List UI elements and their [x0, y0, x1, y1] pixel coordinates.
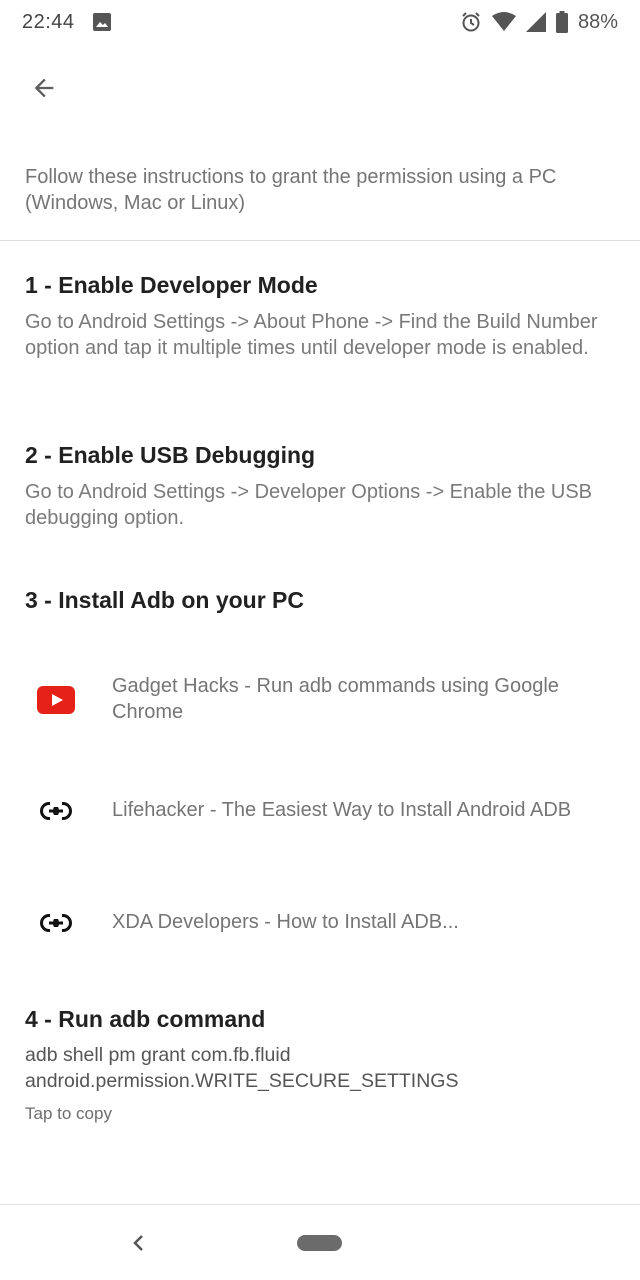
signal-icon: [525, 12, 546, 32]
link-lifehacker[interactable]: Lifehacker - The Easiest Way to Install …: [0, 798, 640, 824]
chevron-left-icon: [131, 1233, 145, 1253]
tap-to-copy-hint: Tap to copy: [25, 1104, 112, 1123]
battery-level: 88%: [577, 10, 618, 33]
adb-command[interactable]: adb shell pm grant com.fb.fluid android.…: [25, 1043, 615, 1094]
link-label: XDA Developers - How to Install ADB...: [112, 911, 459, 933]
nav-home-pill[interactable]: [297, 1235, 342, 1251]
wifi-icon: [491, 12, 516, 32]
alarm-icon: [460, 11, 482, 33]
link-xda-developers[interactable]: XDA Developers - How to Install ADB...: [0, 910, 640, 936]
divider: [0, 240, 640, 241]
adb-command-line-2: android.permission.WRITE_SECURE_SETTINGS: [25, 1069, 459, 1092]
adb-command-line-1: adb shell pm grant com.fb.fluid: [25, 1044, 291, 1066]
link-label: Lifehacker - The Easiest Way to Install …: [112, 799, 572, 821]
link-gadget-hacks[interactable]: Gadget Hacks - Run adb commands using Go…: [0, 674, 640, 725]
step-3-title: 3 - Install Adb on your PC: [25, 587, 304, 613]
intro-text: Follow these instructions to grant the p…: [25, 166, 557, 214]
battery-icon: [555, 11, 568, 33]
link-label: Gadget Hacks - Run adb commands using Go…: [112, 675, 559, 723]
status-bar: 22:44 88%: [0, 0, 640, 44]
arrow-back-icon: [30, 74, 58, 102]
step-4-title: 4 - Run adb command: [25, 1006, 266, 1032]
status-right: 88%: [460, 11, 618, 34]
youtube-icon: [0, 685, 112, 714]
status-left: 22:44: [22, 11, 111, 34]
back-button[interactable]: [20, 64, 68, 112]
step-2-description: Go to Android Settings -> Developer Opti…: [25, 481, 592, 529]
nav-back-button[interactable]: [124, 1229, 152, 1257]
step-2-title: 2 - Enable USB Debugging: [25, 442, 316, 468]
link-icon: [0, 801, 112, 820]
step-1-title: 1 - Enable Developer Mode: [25, 272, 318, 298]
image-icon: [92, 13, 111, 31]
step-1-description: Go to Android Settings -> About Phone ->…: [25, 311, 598, 359]
link-icon: [0, 913, 112, 932]
navigation-bar: [0, 1204, 640, 1280]
status-time: 22:44: [22, 10, 75, 33]
